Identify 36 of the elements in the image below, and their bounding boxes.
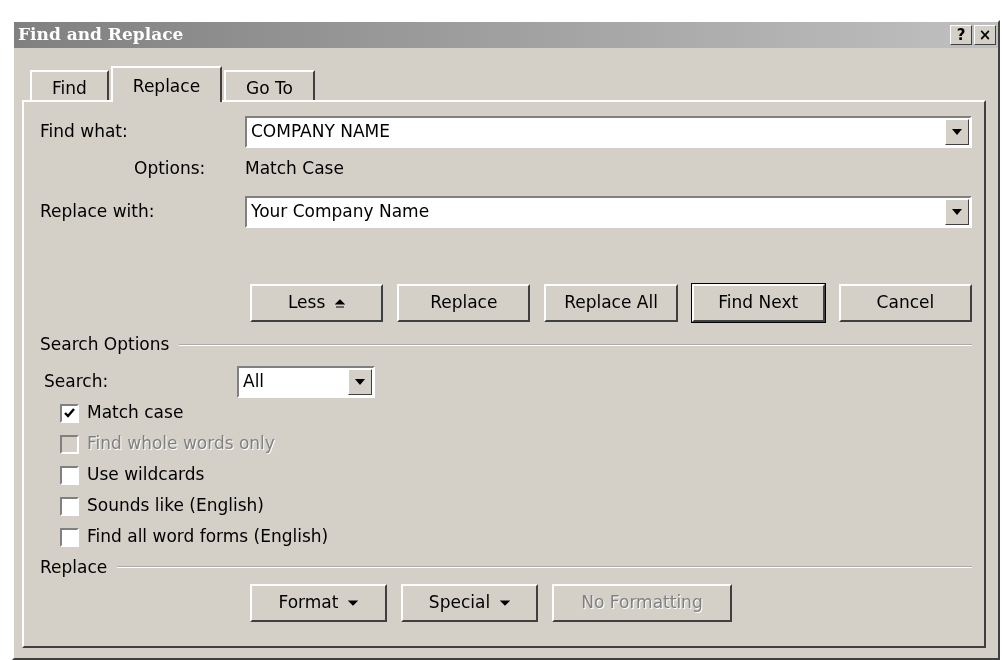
options-value: Match Case — [245, 157, 344, 180]
section-title: Search Options — [40, 333, 170, 356]
checkbox-label: Find all word forms (English) — [87, 525, 329, 549]
dialog-button[interactable]: Special — [401, 584, 538, 622]
options-label: Options: — [133, 157, 207, 180]
search-combo[interactable]: All — [237, 365, 375, 398]
search-label: Search: — [44, 369, 110, 393]
tab[interactable]: Find — [30, 70, 109, 100]
close-button[interactable]: × — [974, 25, 996, 45]
window-title: Find and Replace — [18, 23, 184, 47]
checkbox-label: Find whole words only — [87, 432, 275, 456]
check-icon — [64, 408, 75, 418]
checkbox-label: Use wildcards — [87, 463, 205, 487]
dialog-button[interactable]: Format — [250, 584, 387, 622]
checkbox[interactable] — [60, 465, 79, 485]
replace-with-combo[interactable]: Your Company Name — [245, 196, 972, 228]
help-button[interactable]: ? — [950, 25, 972, 45]
checkbox-label: Sounds like (English) — [87, 494, 264, 518]
dialog-button[interactable]: Cancel — [838, 284, 972, 322]
dialog-button[interactable]: Replace — [397, 284, 531, 322]
dialog-button[interactable]: Find Next — [691, 284, 825, 322]
field-label: Find what: — [40, 120, 129, 144]
tab[interactable]: Go To — [224, 70, 315, 100]
caret-icon — [335, 298, 346, 308]
field-label: Replace with: — [40, 200, 156, 224]
checkbox[interactable] — [60, 403, 79, 423]
dialog-button[interactable]: Less — [250, 284, 384, 322]
dialog-button[interactable]: Replace All — [544, 284, 678, 322]
checkbox-label: Match case — [87, 401, 184, 425]
checkbox[interactable] — [60, 496, 79, 516]
tab[interactable]: Replace — [110, 66, 223, 102]
caret-icon — [348, 598, 359, 608]
find-what-combo[interactable]: COMPANY NAME — [245, 116, 972, 148]
section-title: Replace — [40, 555, 108, 579]
caret-icon — [500, 598, 511, 608]
checkbox[interactable] — [60, 527, 79, 547]
